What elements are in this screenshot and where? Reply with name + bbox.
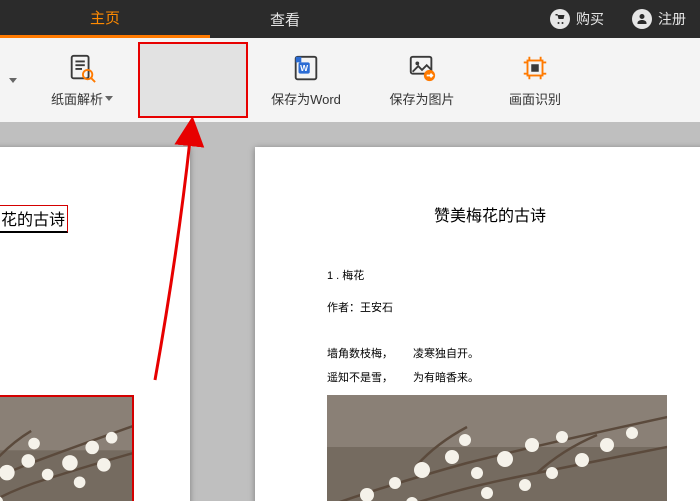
- register-button[interactable]: 注册: [618, 0, 700, 38]
- cart-icon: [550, 9, 570, 29]
- svg-text:W: W: [300, 62, 308, 72]
- tab-home-label: 主页: [90, 7, 120, 28]
- ocr-icon: a: [178, 53, 208, 83]
- page-left[interactable]: 花的古诗: [0, 147, 190, 501]
- recognize-button[interactable]: a 识别: [138, 38, 248, 122]
- toolbar: 纸面解析 a 识别 W 保存为Word: [0, 38, 700, 123]
- workspace: 花的古诗 赞美: [0, 122, 700, 501]
- section-number: 1 . 梅花: [327, 267, 364, 283]
- page-right[interactable]: 赞美梅花的古诗 1 . 梅花 作者：王安石 墙角数枝梅， 凌寒独自开。 遥知不是…: [255, 147, 700, 501]
- svg-text:a: a: [188, 61, 194, 72]
- tab-view-label: 查看: [270, 9, 300, 30]
- poem-line-2a: 遥知不是雪，: [327, 369, 393, 385]
- poem-line-1a: 墙角数枝梅，: [327, 345, 393, 361]
- save-image-label: 保存为图片: [389, 89, 454, 108]
- crop-icon: [520, 53, 550, 83]
- doc-title-left: 花的古诗: [0, 205, 68, 233]
- top-bar: 主页 查看 购买 注册: [0, 0, 700, 38]
- save-word-button[interactable]: W 保存为Word: [248, 38, 364, 122]
- poem-line-1b: 凌寒独自开。: [413, 345, 479, 361]
- parse-button[interactable]: 纸面解析: [26, 38, 138, 122]
- area-recog-label: 画面识别: [509, 89, 561, 108]
- chevron-down-icon: [9, 78, 17, 83]
- image-export-icon: [407, 53, 437, 83]
- buy-button[interactable]: 购买: [536, 0, 618, 38]
- word-icon: W: [291, 53, 321, 83]
- chevron-down-icon: [105, 96, 113, 101]
- doc-image-left: [0, 395, 134, 501]
- poem-line-2b: 为有暗香来。: [413, 369, 479, 385]
- parse-label: 纸面解析: [51, 89, 103, 108]
- register-label: 注册: [658, 9, 686, 29]
- buy-label: 购买: [576, 9, 604, 29]
- chevron-down-icon: [203, 96, 211, 101]
- author-line: 作者：王安石: [327, 299, 393, 315]
- tab-view[interactable]: 查看: [210, 0, 360, 38]
- toolbar-dropdown[interactable]: [0, 38, 26, 122]
- save-word-label: 保存为Word: [271, 89, 341, 108]
- recognize-label: 识别: [175, 89, 201, 108]
- doc-image-right: [327, 395, 667, 501]
- document-search-icon: [67, 53, 97, 83]
- tab-home[interactable]: 主页: [0, 0, 210, 38]
- save-image-button[interactable]: 保存为图片: [364, 38, 480, 122]
- area-recognize-button[interactable]: 画面识别: [480, 38, 590, 122]
- doc-title-right: 赞美梅花的古诗: [255, 202, 700, 226]
- user-icon: [632, 9, 652, 29]
